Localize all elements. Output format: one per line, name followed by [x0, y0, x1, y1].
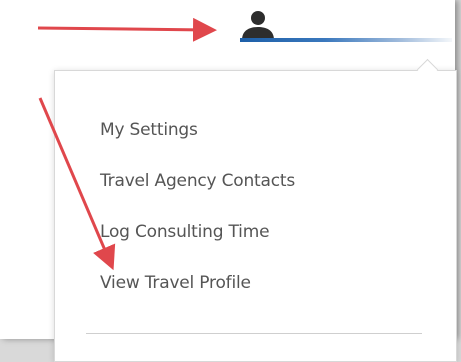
menu-item-view-travel-profile[interactable]: View Travel Profile	[100, 261, 295, 312]
user-menu-list: My Settings Travel Agency Contacts Log C…	[100, 108, 295, 312]
menu-divider	[86, 333, 422, 334]
menu-item-travel-agency-contacts[interactable]: Travel Agency Contacts	[100, 159, 295, 210]
menu-item-log-consulting-time[interactable]: Log Consulting Time	[100, 210, 295, 261]
menu-item-my-settings[interactable]: My Settings	[100, 108, 295, 159]
active-underline	[240, 38, 452, 42]
